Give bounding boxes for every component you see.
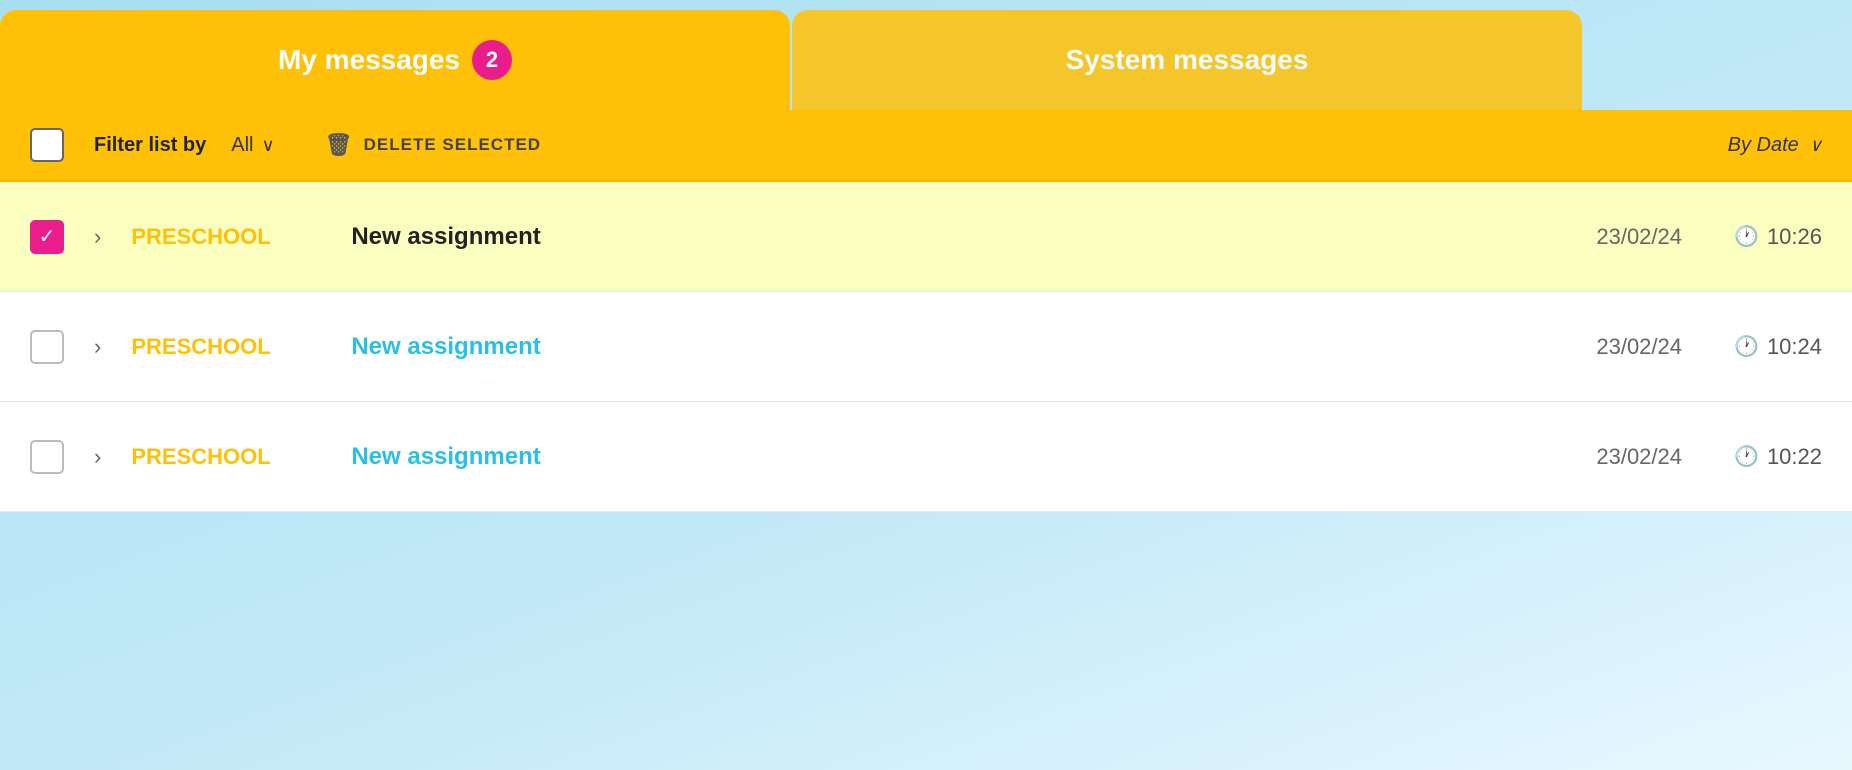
tab-my-messages[interactable]: My messages 2 xyxy=(0,10,790,110)
row-expand-icon[interactable]: › xyxy=(94,334,101,360)
row-date: 23/02/24 xyxy=(1522,224,1682,250)
row-expand-icon[interactable]: › xyxy=(94,444,101,470)
clock-icon: 🕐 xyxy=(1734,224,1759,249)
row-checkbox[interactable] xyxy=(30,440,64,474)
row-time: 🕐 10:26 xyxy=(1702,224,1822,250)
row-category: PRESCHOOL xyxy=(131,444,331,470)
app-container: My messages 2 System messages Filter lis… xyxy=(0,0,1852,770)
delete-label: DELETE SELECTED xyxy=(364,135,541,155)
row-time: 🕐 10:24 xyxy=(1702,334,1822,360)
row-title[interactable]: New assignment xyxy=(351,333,1502,361)
row-title[interactable]: New assignment xyxy=(351,223,1502,251)
row-date: 23/02/24 xyxy=(1522,444,1682,470)
trash-icon: 🗑 xyxy=(325,132,354,158)
filter-value: All xyxy=(231,134,253,157)
my-messages-label: My messages xyxy=(278,44,460,76)
system-messages-label: System messages xyxy=(1066,44,1309,76)
row-category: PRESCHOOL xyxy=(131,334,331,360)
tab-system-messages[interactable]: System messages xyxy=(792,10,1582,110)
filter-select[interactable]: All ∨ xyxy=(231,134,274,157)
clock-icon: 🕐 xyxy=(1734,334,1759,359)
row-time-value: 10:22 xyxy=(1767,444,1822,470)
toolbar: Filter list by All ∨ 🗑 DELETE SELECTED B… xyxy=(0,110,1852,182)
clock-icon: 🕐 xyxy=(1734,444,1759,469)
sort-select[interactable]: By Date ∨ xyxy=(1728,134,1822,157)
row-date: 23/02/24 xyxy=(1522,334,1682,360)
row-checkbox[interactable]: ✓ xyxy=(30,220,64,254)
sort-chevron-down-icon[interactable]: ∨ xyxy=(1809,135,1822,156)
row-category: PRESCHOOL xyxy=(131,224,331,250)
row-time-value: 10:26 xyxy=(1767,224,1822,250)
row-time: 🕐 10:22 xyxy=(1702,444,1822,470)
my-messages-badge: 2 xyxy=(472,40,512,80)
message-row[interactable]: ✓ › PRESCHOOL New assignment 23/02/24 🕐 10:26 xyxy=(0,182,1852,292)
message-list: ✓ › PRESCHOOL New assignment 23/02/24 🕐 10:26 ›… xyxy=(0,182,1852,512)
filter-label: Filter list by xyxy=(94,134,206,157)
tabs-row: My messages 2 System messages xyxy=(0,0,1852,110)
message-row[interactable]: › PRESCHOOL New assignment 23/02/24 🕐 10:24 xyxy=(0,292,1852,402)
message-row[interactable]: › PRESCHOOL New assignment 23/02/24 🕐 10:22 xyxy=(0,402,1852,512)
sort-value: By Date xyxy=(1728,134,1799,157)
select-all-checkbox[interactable] xyxy=(30,128,64,162)
filter-chevron-down-icon[interactable]: ∨ xyxy=(261,135,274,156)
row-time-value: 10:24 xyxy=(1767,334,1822,360)
row-expand-icon[interactable]: › xyxy=(94,224,101,250)
row-checkbox[interactable] xyxy=(30,330,64,364)
row-title[interactable]: New assignment xyxy=(351,443,1502,471)
delete-selected-button[interactable]: 🗑 DELETE SELECTED xyxy=(325,132,541,158)
